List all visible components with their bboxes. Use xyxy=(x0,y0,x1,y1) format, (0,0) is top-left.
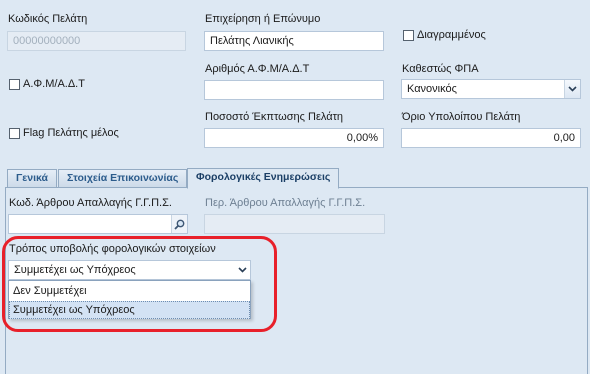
deleted-label: Διαγραμμένος xyxy=(417,29,486,41)
company-name-label: Επιχείρηση ή Επώνυμο xyxy=(205,13,321,25)
magnifier-icon[interactable] xyxy=(171,215,187,233)
customer-code-label: Κωδικός Πελάτη xyxy=(8,13,88,25)
company-name-input[interactable]: Πελάτης Λιανικής xyxy=(204,31,384,51)
afm-input[interactable] xyxy=(204,80,384,100)
afm-field-label: Αριθμός Α.Φ.Μ/Α.Δ.Τ xyxy=(205,63,310,75)
vat-status-value: Κανονικός xyxy=(407,83,457,95)
balance-limit-label: Όριο Υπολοίπου Πελάτη xyxy=(402,111,521,123)
vat-status-select[interactable]: Κανονικός xyxy=(401,79,581,99)
tab-general[interactable]: Γενικά xyxy=(7,169,58,188)
vat-status-label: Καθεστώς ΦΠΑ xyxy=(402,63,479,75)
afm-checkbox[interactable] xyxy=(9,79,20,90)
member-flag-checkbox[interactable] xyxy=(9,128,20,139)
exemption-code-input[interactable] xyxy=(8,214,188,234)
deleted-checkbox[interactable] xyxy=(403,30,414,41)
exemption-code-label: Κωδ. Άρθρου Απαλλαγής Γ.Γ.Π.Σ. xyxy=(9,197,172,209)
tab-tax-updates[interactable]: Φορολογικές Ενημερώσεις xyxy=(187,168,340,189)
exemption-desc-field xyxy=(204,214,385,234)
member-flag-label: Flag Πελάτης μέλος xyxy=(23,127,119,139)
tab-contact-info[interactable]: Στοιχεία Επικοινωνίας xyxy=(58,169,188,188)
highlight-annotation xyxy=(2,236,277,332)
discount-input[interactable]: 0,00% xyxy=(204,128,384,148)
balance-limit-input[interactable]: 0,00 xyxy=(401,128,581,148)
exemption-desc-label: Περ. Άρθρου Απαλλαγής Γ.Γ.Π.Σ. xyxy=(205,197,366,209)
afm-checkbox-label: Α.Φ.Μ/Α.Δ.Τ xyxy=(23,78,85,90)
chevron-down-icon[interactable] xyxy=(564,80,580,98)
customer-code-field: 00000000000 xyxy=(7,31,186,51)
discount-label: Ποσοστό Έκπτωσης Πελάτη xyxy=(205,111,344,123)
